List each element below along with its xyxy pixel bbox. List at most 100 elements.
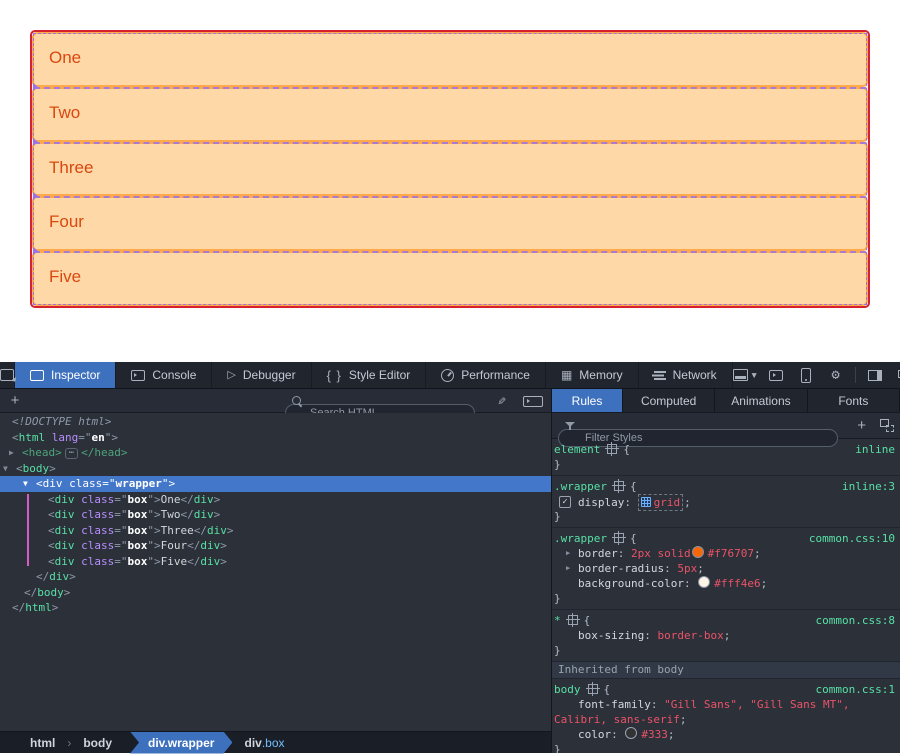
highlight-selector-icon[interactable] (614, 481, 624, 491)
markup-line[interactable]: <div class="box">Three</div> (0, 523, 551, 539)
stylesheet-link[interactable]: common.css:10 (809, 531, 895, 546)
code-token: =" (114, 539, 127, 552)
markup-line[interactable]: <div class="box">Four</div> (0, 538, 551, 554)
split-console-button[interactable] (763, 362, 789, 389)
tab-performance[interactable]: Performance (426, 362, 546, 388)
inherited-from-header: Inherited from body (552, 662, 900, 679)
markup-line[interactable]: <div class="box">Two</div> (0, 507, 551, 523)
code-token: } (554, 592, 561, 605)
highlight-selector-icon[interactable] (588, 684, 598, 694)
code-token: Calibri, sans-serif (554, 713, 680, 726)
tab-inspector[interactable]: Inspector (15, 362, 116, 388)
code-token: "> (162, 477, 175, 490)
markup-line[interactable]: ▼<body> (0, 461, 551, 477)
pick-element-button[interactable] (0, 362, 15, 388)
breadcrumb-label: html (30, 736, 55, 750)
tab-fonts[interactable]: Fonts (808, 389, 900, 412)
markup-line[interactable]: ▶<head>⋯</head> (0, 445, 551, 461)
responsive-mode-button[interactable] (793, 362, 819, 389)
stylesheet-link[interactable]: inline:3 (842, 479, 895, 494)
code-token: { (584, 614, 591, 627)
split-console-toggle-icon[interactable] (523, 396, 543, 407)
stylesheet-link[interactable]: common.css:1 (816, 682, 895, 697)
code-token: </head> (81, 446, 127, 459)
code-token: </ (36, 570, 49, 583)
code-token: </ (187, 555, 200, 568)
rules-list: element{inline}.wrapper{inline:3✓display… (552, 439, 900, 753)
pseudo-class-panel-icon[interactable] (880, 419, 894, 432)
breadcrumb-class-suffix: .box (262, 736, 285, 750)
tab-label: Network (673, 368, 717, 382)
code-token: < (16, 462, 23, 475)
code-token: #333 (641, 728, 668, 741)
code-token: </ (12, 601, 25, 614)
expand-icon[interactable]: ▶ (566, 546, 570, 561)
code-token: ; (680, 713, 687, 726)
color-swatch[interactable] (692, 546, 704, 558)
toolbar-separator (855, 367, 856, 383)
layout-select-button[interactable]: ▾ (733, 362, 759, 389)
breadcrumb-item-body[interactable]: body (71, 732, 124, 754)
twisty-icon[interactable]: ▼ (3, 461, 8, 477)
declaration-checkbox[interactable]: ✓ (559, 496, 571, 508)
tab-style-editor[interactable]: { }Style Editor (312, 362, 427, 388)
highlight-selector-icon[interactable] (568, 615, 578, 625)
collapsed-content-icon[interactable]: ⋯ (65, 448, 78, 459)
markup-line[interactable]: </body> (0, 585, 551, 601)
declaration-line: font-family: "Gill Sans", "Gill Sans MT"… (552, 697, 900, 712)
console-icon (131, 370, 145, 381)
rule-selector[interactable]: .wrapper (554, 532, 607, 545)
add-rule-button[interactable]: + (857, 417, 866, 434)
declaration-line: background-color: #fff4e6; (552, 576, 900, 591)
code-token: box (128, 493, 148, 506)
markup-line[interactable]: ▼<div class="wrapper"> (0, 476, 551, 492)
stylesheet-link[interactable]: common.css:8 (816, 613, 895, 628)
twisty-icon[interactable]: ▼ (23, 476, 28, 492)
tab-label: Performance (461, 368, 530, 382)
code-token: </ (181, 508, 194, 521)
expand-icon[interactable]: ▶ (566, 561, 570, 576)
code-token: "> (147, 524, 160, 537)
rule-header: element{inline (552, 442, 900, 457)
code-token: > (69, 570, 76, 583)
tab-debugger[interactable]: ▷Debugger (212, 362, 311, 388)
markup-line[interactable]: </html> (0, 600, 551, 616)
add-node-button[interactable]: + (0, 392, 30, 409)
breadcrumb-item-html[interactable]: html (18, 732, 67, 754)
twisty-icon[interactable]: ▶ (9, 445, 14, 461)
dock-side-button[interactable] (862, 362, 888, 389)
rule-selector[interactable]: body (554, 683, 581, 696)
tab-network[interactable]: Network (639, 362, 733, 388)
rule-selector[interactable]: * (554, 614, 561, 627)
tab-console[interactable]: Console (116, 362, 212, 388)
code-token: > (220, 555, 227, 568)
window-separate-button[interactable] (892, 362, 900, 389)
breadcrumb-item-divwrapper[interactable]: div.wrapper (130, 732, 232, 754)
markup-line[interactable]: </div> (0, 569, 551, 585)
demo-box: Four (32, 196, 868, 251)
tab-memory[interactable]: ▦Memory (546, 362, 639, 388)
tab-rules[interactable]: Rules (552, 389, 623, 412)
code-token: =" (78, 431, 91, 444)
highlight-selector-icon[interactable] (614, 533, 624, 543)
demo-box: Three (32, 142, 868, 197)
eyedropper-icon[interactable]: ✎ (493, 388, 511, 415)
markup-line[interactable]: <!DOCTYPE html> (0, 414, 551, 430)
rule-selector[interactable]: element (554, 443, 600, 456)
markup-line[interactable]: <div class="box">One</div> (0, 492, 551, 508)
highlight-selector-icon[interactable] (607, 444, 617, 454)
markup-line[interactable]: <html lang="en"> (0, 430, 551, 446)
settings-button[interactable]: ⚙ (823, 362, 849, 389)
breadcrumb-item-div[interactable]: div.box (232, 732, 296, 754)
stylesheet-link[interactable]: inline (855, 442, 895, 457)
tab-animations[interactable]: Animations (715, 389, 807, 412)
code-token: < (48, 524, 55, 537)
code-token: div (55, 493, 75, 506)
color-swatch[interactable] (698, 576, 710, 588)
markup-line[interactable]: <div class="box">Five</div> (0, 554, 551, 570)
color-swatch[interactable] (625, 727, 637, 739)
tab-computed[interactable]: Computed (623, 389, 715, 412)
property-name: border-radius (578, 562, 664, 575)
declaration-line: Calibri, sans-serif; (552, 712, 900, 727)
rule-selector[interactable]: .wrapper (554, 480, 607, 493)
